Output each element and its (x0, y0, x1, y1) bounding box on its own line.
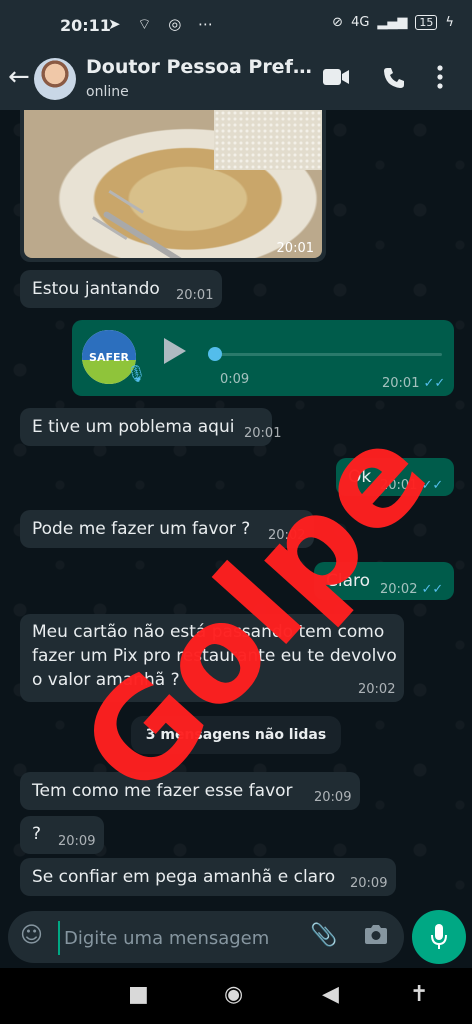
network-type: 4G (351, 15, 370, 30)
chat-header: ← Doutor Pessoa Prefei... online (0, 52, 472, 110)
message-field[interactable]: ☺ 📎 (8, 911, 404, 963)
read-receipt-icon: ✓✓ (423, 376, 446, 391)
message-text: Se confiar em pega amanhã e claro (32, 867, 336, 887)
status-time: 20:11 (60, 16, 111, 35)
message-text: Ok (348, 467, 372, 487)
incoming-message[interactable]: Meu cartão não está passando tem como fa… (20, 614, 404, 702)
system-icons: ⊘ 4G ▂▄▆ 15 ϟ (332, 15, 454, 30)
charging-icon: ϟ (445, 15, 454, 30)
message-text: Pode me fazer um favor ? (32, 519, 251, 539)
phone-icon[interactable] (382, 66, 406, 95)
home-icon[interactable]: ◉ (224, 982, 243, 1007)
incoming-message[interactable]: Pode me fazer um favor ? 20:02 (20, 510, 314, 548)
android-nav-bar: ■ ◉ ◀ ✝ (0, 968, 472, 1024)
incoming-message[interactable]: ? 20:09 (20, 816, 104, 854)
video-call-icon[interactable] (322, 66, 350, 93)
contact-presence: online (86, 84, 129, 100)
microphone-icon: 🎙 (126, 364, 147, 383)
message-composer: ☺ 📎 (0, 906, 472, 968)
message-time: 20:02 ✓✓ (380, 582, 444, 597)
emoji-icon[interactable]: ☺ (20, 923, 43, 948)
incoming-message[interactable]: Tem como me fazer esse favor 20:09 (20, 772, 360, 810)
food-photo[interactable] (24, 110, 322, 258)
chat-area[interactable]: 20:01 Estou jantando 20:01 SAFER 🎙 0:09 … (0, 110, 472, 906)
outgoing-message[interactable]: Claro 20:02 ✓✓ (314, 562, 454, 600)
message-time: 20:01 ✓✓ (380, 478, 444, 493)
play-icon[interactable] (164, 338, 186, 364)
back-nav-icon[interactable]: ◀ (322, 982, 339, 1007)
audio-progress-track[interactable] (214, 353, 442, 356)
message-time: 20:09 (350, 876, 388, 891)
whatsapp-screen: 20:11 ➤ ⌔ ◎ ⋯ ⊘ 4G ▂▄▆ 15 ϟ ← Doutor Pes… (0, 0, 472, 1024)
audio-duration: 0:09 (220, 372, 250, 387)
message-time: 20:09 (58, 834, 96, 849)
image-message[interactable]: 20:01 (20, 110, 326, 262)
unread-divider: 3 mensagens não lidas (131, 716, 341, 754)
message-time: 20:09 (314, 790, 352, 805)
incoming-message[interactable]: Se confiar em pega amanhã e claro 20:09 (20, 858, 396, 896)
rice-detail (214, 110, 322, 170)
incoming-message[interactable]: Estou jantando 20:01 (20, 270, 222, 308)
outgoing-message[interactable]: Ok 20:01 ✓✓ (336, 458, 454, 496)
read-receipt-icon: ✓✓ (421, 478, 444, 493)
notification-icons: ➤ ⌔ ◎ ⋯ (108, 15, 220, 33)
camera-icon[interactable] (364, 923, 388, 951)
accessibility-icon[interactable]: ✝ (410, 982, 428, 1007)
read-receipt-icon: ✓✓ (421, 582, 444, 597)
message-input[interactable] (58, 921, 302, 955)
message-text: Tem como me fazer esse favor (32, 781, 293, 801)
message-time: 20:01 (244, 426, 282, 441)
message-text: Claro (326, 571, 371, 591)
arrow-left-icon[interactable]: ← (8, 62, 30, 92)
message-text: E tive um poblema aqui (32, 417, 235, 437)
battery-icon: 15 (415, 15, 438, 30)
silent-icon: ⊘ (332, 15, 344, 30)
avatar[interactable] (34, 58, 76, 100)
message-time: 20:01 ✓✓ (382, 376, 446, 391)
message-time: 20:01 (176, 288, 214, 303)
microphone-button[interactable] (412, 910, 466, 964)
message-time: 20:02 (358, 682, 396, 697)
message-text: Estou jantando (32, 279, 160, 299)
more-vertical-icon[interactable] (436, 64, 444, 95)
message-text: Meu cartão não está passando tem como fa… (32, 622, 397, 690)
contact-name[interactable]: Doutor Pessoa Prefei... (86, 56, 312, 78)
message-time: 20:02 (268, 528, 306, 543)
status-bar: 20:11 ➤ ⌔ ◎ ⋯ ⊘ 4G ▂▄▆ 15 ϟ (0, 0, 472, 52)
message-time: 20:01 (276, 241, 314, 256)
incoming-message[interactable]: E tive um poblema aqui 20:01 (20, 408, 281, 446)
signal-icon: ▂▄▆ (377, 15, 408, 30)
attach-icon[interactable]: 📎 (310, 923, 337, 948)
voice-message[interactable]: SAFER 🎙 0:09 20:01 ✓✓ (72, 320, 454, 396)
audio-seek-thumb[interactable] (208, 347, 222, 361)
message-text: ? (32, 824, 42, 844)
recents-icon[interactable]: ■ (128, 982, 149, 1007)
